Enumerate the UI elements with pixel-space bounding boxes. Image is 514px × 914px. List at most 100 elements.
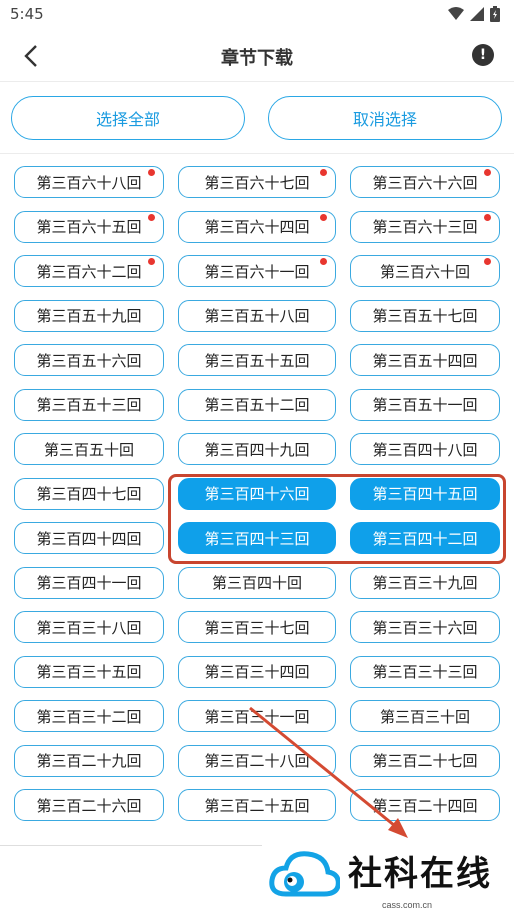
chapter-label: 第三百六十回 [379, 262, 470, 281]
chapter-label: 第三百五十六回 [36, 351, 142, 370]
watermark-name: 社科在线 [348, 854, 492, 894]
chapter-label: 第三百三十回 [379, 707, 470, 726]
chapter-label: 第三百四十四回 [36, 529, 142, 548]
new-badge-dot [148, 169, 155, 176]
chapter-item[interactable]: 第三百二十八回 [178, 744, 336, 777]
chapter-label: 第三百六十七回 [204, 173, 310, 192]
chapter-label: 第三百三十六回 [372, 618, 478, 637]
chapter-label: 第三百二十四回 [372, 796, 478, 815]
chapter-label: 第三百二十五回 [204, 796, 310, 815]
select-all-button[interactable]: 选择全部 [11, 96, 245, 140]
chapter-label: 第三百四十回 [211, 574, 302, 592]
action-row: 选择全部 取消选择 [0, 82, 514, 154]
chapter-item[interactable]: 第三百五十二回 [178, 388, 336, 421]
chapter-item[interactable]: 第三百五十四回 [350, 344, 500, 376]
info-icon[interactable]: ! [472, 44, 494, 66]
chapter-label: 第三百二十九回 [36, 752, 142, 770]
header: 章节下载 ! [0, 30, 514, 82]
chapter-item[interactable]: 第三百四十四回 [14, 522, 164, 554]
chapter-item[interactable]: 第三百二十五回 [178, 789, 336, 821]
chapter-item[interactable]: 第三百三十三回 [350, 655, 500, 688]
chapter-label: 第三百三十三回 [372, 663, 478, 681]
chapter-label: 第三百五十九回 [36, 307, 142, 325]
chapter-label: 第三百三十九回 [372, 574, 478, 592]
chapter-item[interactable]: 第三百三十二回 [14, 700, 164, 732]
chapter-item[interactable]: 第三百三十五回 [14, 655, 164, 688]
chapter-label: 第三百六十二回 [36, 262, 142, 281]
chapter-label: 第三百二十八回 [204, 752, 310, 770]
chapter-item[interactable]: 第三百三十回 [350, 700, 500, 732]
chapter-label: 第三百四十八回 [372, 440, 478, 459]
cloud-logo-icon [269, 851, 340, 897]
chapter-label: 第三百三十五回 [36, 663, 142, 681]
chapter-item[interactable]: 第三百四十一回 [14, 566, 164, 599]
chapter-label: 第三百二十七回 [372, 752, 478, 770]
chapter-item[interactable]: 第三百二十四回 [350, 789, 500, 821]
chapter-item[interactable]: 第三百六十四回 [178, 210, 336, 243]
chapter-item[interactable]: 第三百五十六回 [14, 344, 164, 376]
watermark: 社科在线 cass.com.cn [262, 832, 514, 914]
chapter-item[interactable]: 第三百五十一回 [350, 388, 500, 421]
chapter-item[interactable]: 第三百五十九回 [14, 299, 164, 332]
wifi-icon [448, 7, 464, 20]
chapter-label: 第三百五十三回 [36, 396, 142, 414]
new-badge-dot [148, 258, 155, 265]
chapter-item[interactable]: 第三百三十八回 [14, 611, 164, 643]
chapter-item[interactable]: 第三百六十回 [350, 255, 500, 287]
battery-icon [490, 6, 500, 22]
chapter-item[interactable]: 第三百二十九回 [14, 744, 164, 777]
chapter-label: 第三百六十六回 [372, 173, 478, 192]
chapter-item[interactable]: 第三百二十六回 [14, 789, 164, 821]
chapter-label: 第三百五十五回 [204, 351, 310, 370]
chapter-item[interactable]: 第三百三十七回 [178, 611, 336, 643]
chapter-label: 第三百三十一回 [204, 707, 310, 726]
chapter-label: 第三百六十五回 [36, 218, 142, 236]
chapter-label: 第三百五十二回 [204, 396, 310, 414]
chapter-item[interactable]: 第三百三十四回 [178, 655, 336, 688]
chapter-label: 第三百五十回 [43, 440, 134, 459]
annotation-highlight-box [168, 474, 506, 564]
chapter-item[interactable]: 第三百五十七回 [350, 299, 500, 332]
chapter-item[interactable]: 第三百三十六回 [350, 611, 500, 643]
chapter-label: 第三百六十一回 [204, 262, 310, 281]
signal-icon [470, 7, 484, 21]
chapter-label: 第三百三十八回 [36, 618, 142, 637]
chapter-item[interactable]: 第三百三十九回 [350, 566, 500, 599]
chapter-item[interactable]: 第三百六十六回 [350, 166, 500, 198]
chapter-label: 第三百四十七回 [36, 485, 142, 503]
chapter-label: 第三百五十八回 [204, 307, 310, 325]
chapter-label: 第三百四十九回 [204, 440, 310, 459]
new-badge-dot [320, 169, 327, 176]
chapter-label: 第三百五十一回 [372, 396, 478, 414]
chapter-label: 第三百六十四回 [204, 218, 310, 236]
chapter-item[interactable]: 第三百六十二回 [14, 255, 164, 287]
chapter-item[interactable]: 第三百六十三回 [350, 210, 500, 243]
chapter-label: 第三百三十二回 [36, 707, 142, 726]
new-badge-dot [320, 258, 327, 265]
chapter-label: 第三百四十一回 [36, 574, 142, 592]
status-icons [448, 6, 500, 22]
chapter-item[interactable]: 第三百六十七回 [178, 166, 336, 198]
chapter-label: 第三百五十七回 [372, 307, 478, 325]
chapter-item[interactable]: 第三百五十回 [14, 433, 164, 465]
cancel-selection-button[interactable]: 取消选择 [268, 96, 502, 140]
chapter-item[interactable]: 第三百二十七回 [350, 744, 500, 777]
chapter-item[interactable]: 第三百五十八回 [178, 299, 336, 332]
status-bar: 5:45 [0, 0, 514, 30]
new-badge-dot [484, 213, 491, 221]
chapter-item[interactable]: 第三百四十九回 [178, 433, 336, 465]
chapter-item[interactable]: 第三百四十七回 [14, 477, 164, 510]
status-time: 5:45 [10, 5, 44, 23]
chapter-item[interactable]: 第三百六十一回 [178, 255, 336, 287]
new-badge-dot [484, 258, 491, 265]
chapter-item[interactable]: 第三百五十三回 [14, 388, 164, 421]
chapter-item[interactable]: 第三百六十五回 [14, 210, 164, 243]
chapter-item[interactable]: 第三百五十五回 [178, 344, 336, 376]
chapter-item[interactable]: 第三百六十八回 [14, 166, 164, 198]
chapter-label: 第三百三十四回 [204, 663, 310, 681]
chapter-item[interactable]: 第三百三十一回 [178, 700, 336, 732]
watermark-site: cass.com.cn [382, 900, 433, 910]
chapter-item[interactable]: 第三百四十八回 [350, 433, 500, 465]
page-title: 章节下载 [221, 48, 293, 69]
chapter-item[interactable]: 第三百四十回 [178, 566, 336, 599]
